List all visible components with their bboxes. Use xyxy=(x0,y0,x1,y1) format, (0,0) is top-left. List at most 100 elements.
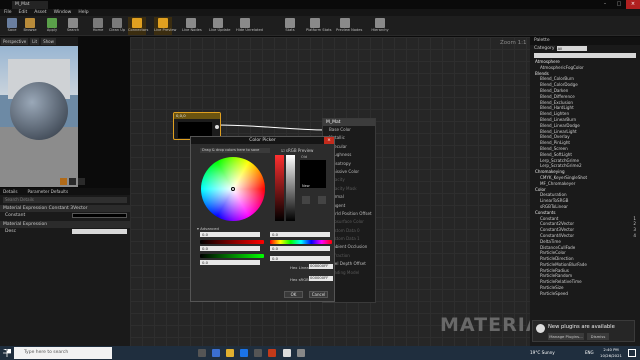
tab-parameter-defaults[interactable]: Parameter Defaults xyxy=(28,188,69,195)
hue-slider[interactable] xyxy=(270,240,332,244)
color-wheel-cursor[interactable] xyxy=(231,187,235,191)
weather-widget[interactable]: 19°C Sunny xyxy=(530,348,555,358)
unreal-taskbar-icon[interactable] xyxy=(283,349,291,357)
notification-center-icon[interactable] xyxy=(628,349,636,357)
zoom-label: Zoom 1:1 xyxy=(500,40,527,46)
value-slider[interactable] xyxy=(286,155,295,221)
sphere-shape-icon[interactable] xyxy=(60,178,67,185)
taskbar-clock[interactable]: 2:40 PM 10/26/2021 xyxy=(598,347,624,358)
new-plugins-notification: New plugins are available Manage Plugins… xyxy=(532,320,635,342)
section-material-expression[interactable]: Material Expression xyxy=(0,221,130,228)
live-preview-button[interactable]: Live Preview xyxy=(154,17,176,35)
menu-help[interactable]: Help xyxy=(78,9,88,16)
node-title: 0,0,0 xyxy=(174,113,220,119)
palette-list: Atmosphere AtmosphericFogColor Blends Blend… xyxy=(530,59,640,297)
constant-label: Constant xyxy=(5,213,26,218)
home-icon xyxy=(93,18,103,28)
preview-nodes-icon xyxy=(340,18,350,28)
menu-asset[interactable]: Asset xyxy=(34,9,46,16)
srgb-preview-checkbox[interactable]: ☑ sRGB Preview xyxy=(281,148,313,153)
browse-button[interactable]: Browse xyxy=(21,17,39,35)
category-select[interactable]: All xyxy=(556,46,587,51)
hex-linear-input[interactable]: 000000FF xyxy=(309,264,333,269)
clock-date: 10/26/2021 xyxy=(600,352,622,358)
hide-unrelated-button[interactable]: Hide Unrelated xyxy=(236,17,263,35)
home-button[interactable]: Home xyxy=(89,17,107,35)
menu-file[interactable]: File xyxy=(4,9,12,16)
mail-icon[interactable] xyxy=(240,349,248,357)
color-swatch-drop-zone[interactable]: Drag & drop colors here to save xyxy=(200,148,270,153)
palette-tab[interactable]: Palette xyxy=(530,37,640,45)
hex-srgb-input[interactable]: 000000FF xyxy=(309,276,333,281)
connectors-button[interactable]: Connectors xyxy=(128,17,148,35)
language-indicator[interactable]: ENG xyxy=(585,348,594,358)
details-search-input[interactable]: Search Details xyxy=(3,197,127,203)
eyedropper-icon[interactable] xyxy=(302,196,310,204)
saturation-slider[interactable] xyxy=(275,155,284,221)
dismiss-button[interactable]: Dismiss xyxy=(587,333,609,340)
powerpoint-icon[interactable] xyxy=(268,349,276,357)
section-constant-3vector[interactable]: Material Expression Constant 3Vector xyxy=(0,205,130,212)
red-value-input[interactable]: 0.0 xyxy=(200,232,260,237)
value-value-input[interactable]: 0.0 xyxy=(270,256,330,261)
preview-nodes-button[interactable]: Preview Nodes xyxy=(336,17,362,35)
hierarchy-button[interactable]: Hierarchy xyxy=(371,17,389,35)
taskbar-search-input[interactable]: Type here to search xyxy=(14,347,112,359)
live-update-button[interactable]: Live Update xyxy=(209,17,231,35)
tab-details[interactable]: Details xyxy=(3,188,18,195)
apply-button[interactable]: Apply xyxy=(43,17,61,35)
live-nodes-button[interactable]: Live Nodes xyxy=(182,17,202,35)
maximize-icon[interactable]: □ xyxy=(612,0,626,9)
pin-base-color[interactable]: Base Color xyxy=(323,126,375,134)
output-pin[interactable] xyxy=(215,125,219,129)
lit-dropdown[interactable]: Lit xyxy=(30,38,40,45)
palette-panel: Palette Category All Atmosphere Atmospheri… xyxy=(530,37,640,346)
file-explorer-icon[interactable] xyxy=(226,349,234,357)
minimize-icon[interactable]: – xyxy=(598,0,612,9)
saturation-value-input[interactable]: 0.0 xyxy=(270,246,330,251)
hex-srgb-label: Hex sRGB xyxy=(290,277,309,282)
perspective-dropdown[interactable]: Perspective xyxy=(1,38,29,45)
save-button[interactable]: Save xyxy=(3,17,21,35)
stats-button[interactable]: Stats xyxy=(281,17,299,35)
preview-sphere xyxy=(10,82,68,140)
document-tab[interactable]: M_Mat xyxy=(12,1,48,9)
stats-icon xyxy=(285,18,295,28)
notification-text: New plugins are available xyxy=(548,324,615,330)
color-theme-icon[interactable] xyxy=(318,196,326,204)
preview-viewport[interactable] xyxy=(0,37,78,187)
desc-row: Desc xyxy=(0,228,130,235)
palette-search-input[interactable] xyxy=(534,53,636,58)
menu-edit[interactable]: Edit xyxy=(19,9,28,16)
cancel-button[interactable]: Cancel xyxy=(309,291,328,298)
plane-shape-icon[interactable] xyxy=(69,178,76,185)
edge-icon[interactable] xyxy=(212,349,220,357)
constant-color-swatch[interactable] xyxy=(72,213,127,218)
clean-up-button[interactable]: Clean Up xyxy=(108,17,126,35)
menu-window[interactable]: Window xyxy=(54,9,72,16)
green-value-input[interactable]: 0.0 xyxy=(200,246,260,251)
cube-shape-icon[interactable] xyxy=(78,178,85,185)
desc-field[interactable] xyxy=(72,229,127,234)
manage-plugins-button[interactable]: Manage Plugins... xyxy=(548,333,584,340)
connectors-icon xyxy=(132,18,142,28)
ok-button[interactable]: OK xyxy=(284,291,303,298)
red-slider[interactable] xyxy=(200,240,264,244)
app-taskbar-icon[interactable] xyxy=(297,349,305,357)
details-panel: Details Parameter Defaults Search Detail… xyxy=(0,188,130,346)
blue-value-input[interactable]: 0.0 xyxy=(200,260,260,265)
platform-stats-button[interactable]: Platform Stats xyxy=(306,17,331,35)
advanced-toggle[interactable]: ▾ Advanced xyxy=(197,226,219,231)
palette-item[interactable]: ParticleSpeed xyxy=(530,291,640,297)
task-view-icon[interactable] xyxy=(198,349,206,357)
green-slider[interactable] xyxy=(200,254,264,258)
search-button[interactable]: Search xyxy=(64,17,82,35)
result-node-title: M_Mat xyxy=(323,119,375,126)
hex-linear-label: Hex Linear xyxy=(290,265,311,270)
dialog-close-icon[interactable]: × xyxy=(324,137,334,144)
show-dropdown[interactable]: Show xyxy=(41,38,56,45)
hue-value-input[interactable]: 0.0 xyxy=(270,232,330,237)
desc-label: Desc xyxy=(5,229,17,234)
close-icon[interactable]: × xyxy=(626,0,640,9)
store-icon[interactable] xyxy=(254,349,262,357)
